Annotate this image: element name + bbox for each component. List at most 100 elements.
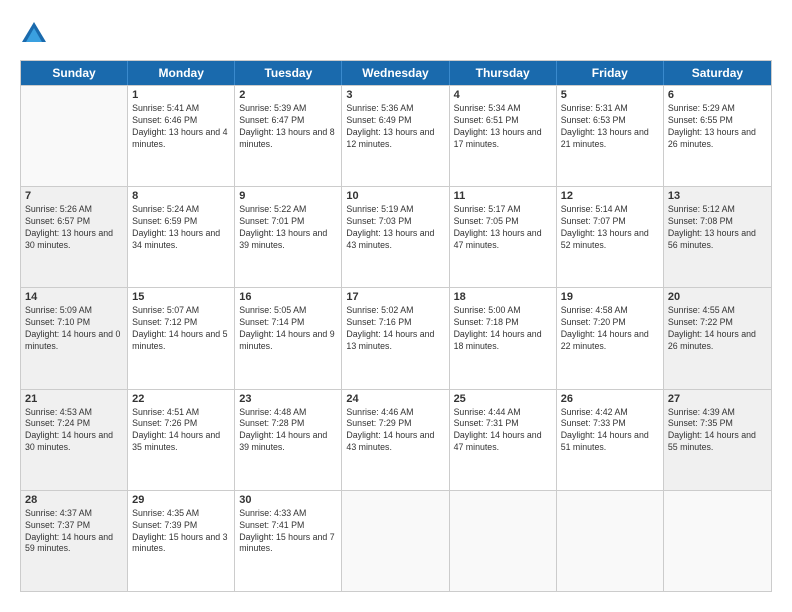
day-number: 4 (454, 89, 552, 101)
logo-icon (20, 20, 48, 48)
day-number: 2 (239, 89, 337, 101)
cell-info: Sunrise: 4:39 AM Sunset: 7:35 PM Dayligh… (668, 407, 767, 455)
cell-info: Sunrise: 5:36 AM Sunset: 6:49 PM Dayligh… (346, 103, 444, 151)
day-number: 27 (668, 393, 767, 405)
day-number: 1 (132, 89, 230, 101)
calendar-cell-3-5: 26Sunrise: 4:42 AM Sunset: 7:33 PM Dayli… (557, 390, 664, 490)
day-number: 14 (25, 291, 123, 303)
calendar-row-2: 14 Sunrise: 5:09 AM Sunset: 7:10 PM Dayli… (21, 287, 771, 388)
day-number: 18 (454, 291, 552, 303)
calendar-cell-3-0: 21 Sunrise: 4:53 AM Sunset: 7:24 PM Dayli… (21, 390, 128, 490)
day-number: 26 (561, 393, 659, 405)
calendar: SundayMondayTuesdayWednesdayThursdayFrid… (20, 60, 772, 592)
calendar-cell-1-3: 10 Sunrise: 5:19 AM Sunset: 7:03 PM Dayli… (342, 187, 449, 287)
cell-info: Sunrise: 5:12 AM Sunset: 7:08 PM Dayligh… (668, 204, 767, 252)
day-number: 24 (346, 393, 444, 405)
calendar-cell-1-4: 11Sunrise: 5:17 AM Sunset: 7:05 PM Dayli… (450, 187, 557, 287)
calendar-cell-3-2: 23Sunrise: 4:48 AM Sunset: 7:28 PM Dayli… (235, 390, 342, 490)
cell-info: Sunrise: 4:55 AM Sunset: 7:22 PM Dayligh… (668, 305, 767, 353)
day-number: 12 (561, 190, 659, 202)
cell-info: Sunrise: 5:39 AM Sunset: 6:47 PM Dayligh… (239, 103, 337, 151)
day-number: 23 (239, 393, 337, 405)
calendar-cell-1-0: 7 Sunrise: 5:26 AM Sunset: 6:57 PM Daylig… (21, 187, 128, 287)
calendar-cell-4-0: 28 Sunrise: 4:37 AM Sunset: 7:37 PM Dayli… (21, 491, 128, 591)
calendar-row-3: 21 Sunrise: 4:53 AM Sunset: 7:24 PM Dayli… (21, 389, 771, 490)
calendar-cell-4-5 (557, 491, 664, 591)
header-day-tuesday: Tuesday (235, 61, 342, 85)
calendar-cell-3-4: 25 Sunrise: 4:44 AM Sunset: 7:31 PM Dayli… (450, 390, 557, 490)
cell-info: Sunrise: 4:35 AM Sunset: 7:39 PM Dayligh… (132, 508, 230, 556)
day-number: 17 (346, 291, 444, 303)
day-number: 19 (561, 291, 659, 303)
cell-info: Sunrise: 4:44 AM Sunset: 7:31 PM Dayligh… (454, 407, 552, 455)
cell-info: Sunrise: 4:58 AM Sunset: 7:20 PM Dayligh… (561, 305, 659, 353)
day-number: 28 (25, 494, 123, 506)
calendar-cell-4-1: 29 Sunrise: 4:35 AM Sunset: 7:39 PM Dayli… (128, 491, 235, 591)
cell-info: Sunrise: 5:00 AM Sunset: 7:18 PM Dayligh… (454, 305, 552, 353)
calendar-cell-2-2: 16 Sunrise: 5:05 AM Sunset: 7:14 PM Dayli… (235, 288, 342, 388)
calendar-cell-4-3 (342, 491, 449, 591)
calendar-cell-0-5: 5Sunrise: 5:31 AM Sunset: 6:53 PM Daylig… (557, 86, 664, 186)
cell-info: Sunrise: 5:22 AM Sunset: 7:01 PM Dayligh… (239, 204, 337, 252)
cell-info: Sunrise: 5:09 AM Sunset: 7:10 PM Dayligh… (25, 305, 123, 353)
header-day-sunday: Sunday (21, 61, 128, 85)
calendar-cell-0-2: 2 Sunrise: 5:39 AM Sunset: 6:47 PM Daylig… (235, 86, 342, 186)
calendar-cell-3-3: 24 Sunrise: 4:46 AM Sunset: 7:29 PM Dayli… (342, 390, 449, 490)
cell-info: Sunrise: 4:51 AM Sunset: 7:26 PM Dayligh… (132, 407, 230, 455)
calendar-row-1: 7 Sunrise: 5:26 AM Sunset: 6:57 PM Daylig… (21, 186, 771, 287)
calendar-cell-1-1: 8 Sunrise: 5:24 AM Sunset: 6:59 PM Daylig… (128, 187, 235, 287)
cell-info: Sunrise: 5:26 AM Sunset: 6:57 PM Dayligh… (25, 204, 123, 252)
calendar-cell-4-4 (450, 491, 557, 591)
day-number: 16 (239, 291, 337, 303)
cell-info: Sunrise: 5:05 AM Sunset: 7:14 PM Dayligh… (239, 305, 337, 353)
cell-info: Sunrise: 5:02 AM Sunset: 7:16 PM Dayligh… (346, 305, 444, 353)
header (20, 20, 772, 48)
calendar-cell-2-4: 18 Sunrise: 5:00 AM Sunset: 7:18 PM Dayli… (450, 288, 557, 388)
calendar-cell-2-3: 17 Sunrise: 5:02 AM Sunset: 7:16 PM Dayli… (342, 288, 449, 388)
calendar-cell-0-4: 4 Sunrise: 5:34 AM Sunset: 6:51 PM Daylig… (450, 86, 557, 186)
cell-info: Sunrise: 4:46 AM Sunset: 7:29 PM Dayligh… (346, 407, 444, 455)
calendar-header: SundayMondayTuesdayWednesdayThursdayFrid… (21, 61, 771, 85)
day-number: 21 (25, 393, 123, 405)
cell-info: Sunrise: 5:41 AM Sunset: 6:46 PM Dayligh… (132, 103, 230, 151)
cell-info: Sunrise: 5:34 AM Sunset: 6:51 PM Dayligh… (454, 103, 552, 151)
calendar-row-4: 28 Sunrise: 4:37 AM Sunset: 7:37 PM Dayli… (21, 490, 771, 591)
cell-info: Sunrise: 5:24 AM Sunset: 6:59 PM Dayligh… (132, 204, 230, 252)
calendar-cell-3-6: 27 Sunrise: 4:39 AM Sunset: 7:35 PM Dayli… (664, 390, 771, 490)
cell-info: Sunrise: 4:53 AM Sunset: 7:24 PM Dayligh… (25, 407, 123, 455)
day-number: 13 (668, 190, 767, 202)
calendar-body: 1 Sunrise: 5:41 AM Sunset: 6:46 PM Daylig… (21, 85, 771, 591)
calendar-cell-2-5: 19 Sunrise: 4:58 AM Sunset: 7:20 PM Dayli… (557, 288, 664, 388)
day-number: 9 (239, 190, 337, 202)
day-number: 20 (668, 291, 767, 303)
cell-info: Sunrise: 5:17 AM Sunset: 7:05 PM Dayligh… (454, 204, 552, 252)
header-day-wednesday: Wednesday (342, 61, 449, 85)
cell-info: Sunrise: 5:14 AM Sunset: 7:07 PM Dayligh… (561, 204, 659, 252)
cell-info: Sunrise: 4:37 AM Sunset: 7:37 PM Dayligh… (25, 508, 123, 556)
day-number: 7 (25, 190, 123, 202)
calendar-cell-2-1: 15Sunrise: 5:07 AM Sunset: 7:12 PM Dayli… (128, 288, 235, 388)
header-day-saturday: Saturday (664, 61, 771, 85)
calendar-cell-1-6: 13 Sunrise: 5:12 AM Sunset: 7:08 PM Dayli… (664, 187, 771, 287)
calendar-cell-0-3: 3Sunrise: 5:36 AM Sunset: 6:49 PM Daylig… (342, 86, 449, 186)
calendar-cell-4-6 (664, 491, 771, 591)
calendar-cell-1-2: 9 Sunrise: 5:22 AM Sunset: 7:01 PM Daylig… (235, 187, 342, 287)
cell-info: Sunrise: 4:33 AM Sunset: 7:41 PM Dayligh… (239, 508, 337, 556)
day-number: 8 (132, 190, 230, 202)
day-number: 5 (561, 89, 659, 101)
calendar-cell-3-1: 22Sunrise: 4:51 AM Sunset: 7:26 PM Dayli… (128, 390, 235, 490)
day-number: 10 (346, 190, 444, 202)
day-number: 25 (454, 393, 552, 405)
day-number: 6 (668, 89, 767, 101)
cell-info: Sunrise: 5:29 AM Sunset: 6:55 PM Dayligh… (668, 103, 767, 151)
calendar-cell-0-0 (21, 86, 128, 186)
calendar-cell-2-6: 20 Sunrise: 4:55 AM Sunset: 7:22 PM Dayli… (664, 288, 771, 388)
cell-info: Sunrise: 5:19 AM Sunset: 7:03 PM Dayligh… (346, 204, 444, 252)
calendar-cell-0-1: 1 Sunrise: 5:41 AM Sunset: 6:46 PM Daylig… (128, 86, 235, 186)
logo (20, 20, 52, 48)
cell-info: Sunrise: 5:07 AM Sunset: 7:12 PM Dayligh… (132, 305, 230, 353)
header-day-friday: Friday (557, 61, 664, 85)
page: SundayMondayTuesdayWednesdayThursdayFrid… (0, 0, 792, 612)
day-number: 29 (132, 494, 230, 506)
calendar-row-0: 1 Sunrise: 5:41 AM Sunset: 6:46 PM Daylig… (21, 85, 771, 186)
